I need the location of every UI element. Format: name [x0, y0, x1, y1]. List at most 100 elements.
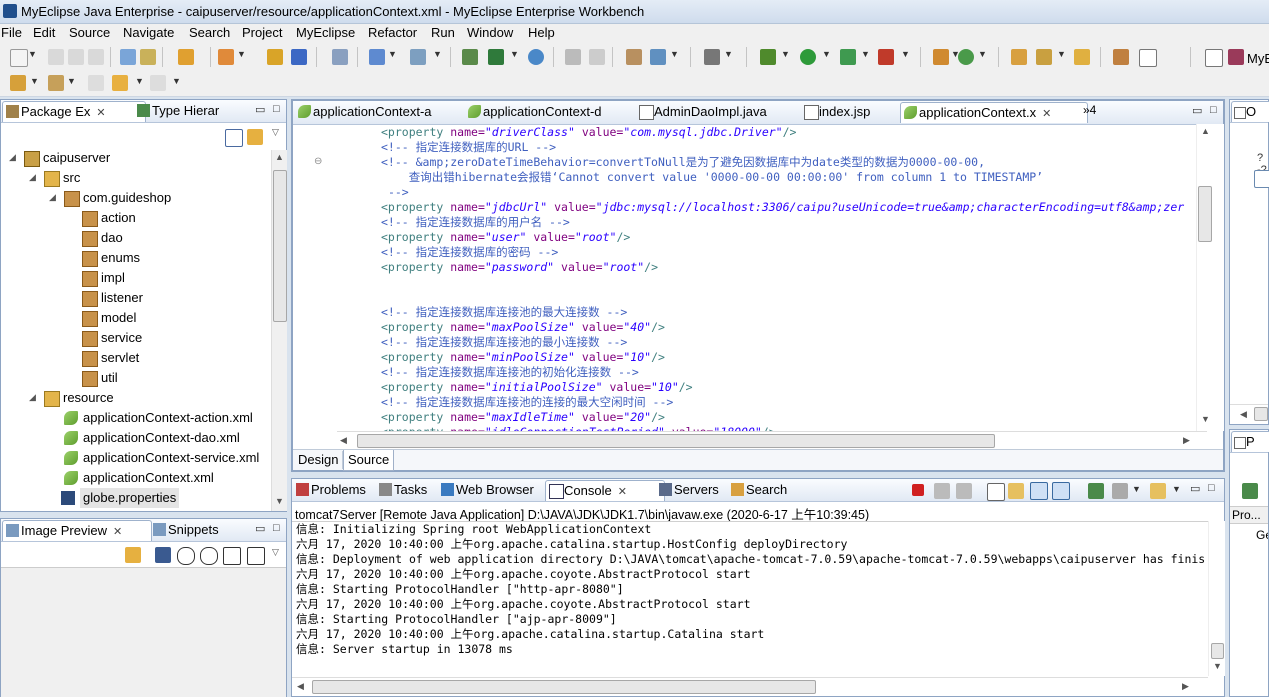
tab-admindaoimpl[interactable]: AdminDaoImpl.java: [636, 102, 812, 122]
menu-navigate[interactable]: Navigate: [123, 25, 174, 40]
close-icon[interactable]: ✕: [1042, 108, 1051, 120]
close-icon[interactable]: ✕: [618, 486, 627, 498]
build-project-icon[interactable]: [267, 49, 283, 65]
tab-search[interactable]: Search: [728, 480, 810, 500]
open-perspective-icon[interactable]: [291, 49, 307, 65]
more-tabs-button[interactable]: »4: [1083, 103, 1096, 117]
tab-applicationcontext[interactable]: applicationContext.x ✕: [900, 102, 1088, 123]
tab-type-hierarchy[interactable]: Type Hierar: [134, 101, 248, 121]
outline-horizontal-scrollbar[interactable]: ◀: [1230, 404, 1268, 423]
tab-applicationcontext-action[interactable]: applicationContext-a: [295, 102, 477, 122]
tab-package-explorer[interactable]: Package Ex ✕: [2, 101, 146, 122]
outline-element-icon[interactable]: [1254, 170, 1269, 188]
next-edit-icon[interactable]: [589, 49, 605, 65]
remove-launch-icon[interactable]: [934, 483, 950, 499]
tree-item[interactable]: util: [82, 368, 118, 388]
tree-item[interactable]: service: [82, 328, 142, 348]
open-folder-icon[interactable]: [1011, 49, 1027, 65]
print-icon[interactable]: [88, 49, 104, 65]
menu-myeclipse[interactable]: MyEclipse: [296, 25, 355, 40]
new-wizard-icon[interactable]: [958, 49, 974, 65]
pin-console-icon[interactable]: [1088, 483, 1104, 499]
properties-general-row[interactable]: Ge: [1230, 526, 1268, 544]
tab-properties[interactable]: P: [1231, 431, 1269, 452]
console-output[interactable]: 信息: Initializing Spring root WebApplicat…: [292, 521, 1208, 676]
external-tools-icon[interactable]: [878, 49, 894, 65]
menu-edit[interactable]: Edit: [33, 25, 55, 40]
new-package-icon[interactable]: [933, 49, 949, 65]
previous-edit-icon[interactable]: [565, 49, 581, 65]
fit-image-icon[interactable]: [155, 547, 171, 563]
maximize-icon[interactable]: □: [273, 103, 280, 115]
new-java-project-icon[interactable]: [462, 49, 478, 65]
terminate-icon[interactable]: [912, 484, 924, 496]
scroll-lock-icon[interactable]: [1008, 483, 1024, 499]
tree-item[interactable]: model: [82, 308, 136, 328]
show-on-stderr-icon[interactable]: [1052, 482, 1070, 500]
tree-item[interactable]: enums: [82, 248, 140, 268]
menu-help[interactable]: Help: [528, 25, 555, 40]
search-file-icon[interactable]: [120, 49, 136, 65]
menu-search[interactable]: Search: [189, 25, 230, 40]
tree-item[interactable]: src: [44, 168, 80, 188]
next-annotation-icon[interactable]: [10, 75, 26, 91]
new-class-icon[interactable]: [488, 49, 504, 65]
minimize-icon[interactable]: ▭: [1192, 104, 1202, 117]
view-menu-icon[interactable]: ▽: [272, 547, 279, 558]
save-icon[interactable]: [48, 49, 64, 65]
tab-source[interactable]: Source: [343, 450, 395, 471]
last-edit-location-icon[interactable]: [88, 75, 104, 91]
xml-source-area[interactable]: ⊖ <property name="driverClass" value="co…: [293, 124, 1207, 431]
globe-icon[interactable]: [528, 49, 544, 65]
previous-annotation-icon[interactable]: [48, 75, 64, 91]
server-icon[interactable]: [410, 49, 426, 65]
hourglass-icon[interactable]: [1113, 49, 1129, 65]
tree-item[interactable]: impl: [82, 268, 125, 288]
show-on-stdout-icon[interactable]: [1030, 482, 1048, 500]
tree-item[interactable]: listener: [82, 288, 143, 308]
link-with-editor-icon[interactable]: [247, 129, 263, 145]
tab-problems[interactable]: Problems: [293, 480, 387, 500]
actual-size-icon[interactable]: [223, 547, 241, 565]
zoom-out-icon[interactable]: [177, 547, 195, 565]
maximize-icon[interactable]: □: [1210, 104, 1217, 116]
minimize-icon[interactable]: ▭: [255, 522, 265, 535]
zoom-in-icon[interactable]: [200, 547, 218, 565]
new-icon[interactable]: [10, 49, 28, 67]
debug-icon[interactable]: [760, 49, 776, 65]
maximize-icon[interactable]: □: [1208, 482, 1215, 494]
tab-outline[interactable]: O: [1231, 101, 1269, 122]
web-icon[interactable]: [650, 49, 666, 65]
tree-item[interactable]: applicationContext-service.xml: [64, 448, 259, 468]
tree-item[interactable]: applicationContext-dao.xml: [64, 428, 240, 448]
tree-item[interactable]: com.guideshop: [64, 188, 171, 208]
menu-project[interactable]: Project: [242, 25, 282, 40]
deploy-icon[interactable]: [218, 49, 234, 65]
menu-source[interactable]: Source: [69, 25, 110, 40]
collapse-arrow-icon[interactable]: ◢: [49, 192, 56, 203]
editor-horizontal-scrollbar[interactable]: ◀ ▶: [337, 431, 1207, 449]
web-project-icon[interactable]: [178, 49, 194, 65]
view-menu-icon[interactable]: ▽: [272, 127, 279, 138]
properties-column-header[interactable]: Pro...: [1230, 506, 1268, 524]
open-perspective-button-icon[interactable]: [1205, 49, 1223, 67]
fit-window-icon[interactable]: [247, 547, 265, 565]
tab-image-preview[interactable]: Image Preview ✕: [2, 520, 152, 541]
editor-vertical-scrollbar[interactable]: ▲ ▼: [1196, 124, 1224, 431]
save-all-icon[interactable]: [68, 49, 84, 65]
collapse-all-icon[interactable]: [225, 129, 243, 147]
task-icon[interactable]: [626, 49, 642, 65]
clear-console-icon[interactable]: [987, 483, 1005, 501]
open-type-icon[interactable]: [140, 49, 156, 65]
tab-applicationcontext-dao[interactable]: applicationContext-d: [465, 102, 647, 122]
run-icon[interactable]: [800, 49, 816, 65]
menu-run[interactable]: Run: [431, 25, 455, 40]
pin-icon[interactable]: [1036, 49, 1052, 65]
minimize-icon[interactable]: ▭: [255, 103, 265, 116]
tab-snippets[interactable]: Snippets: [150, 520, 244, 540]
console-vertical-scrollbar[interactable]: ▼: [1208, 521, 1225, 676]
minimize-icon[interactable]: ▭: [1190, 482, 1200, 495]
browser-icon[interactable]: [369, 49, 385, 65]
terminal-icon[interactable]: [704, 49, 720, 65]
fold-toggle-icon[interactable]: ⊖: [314, 156, 322, 167]
